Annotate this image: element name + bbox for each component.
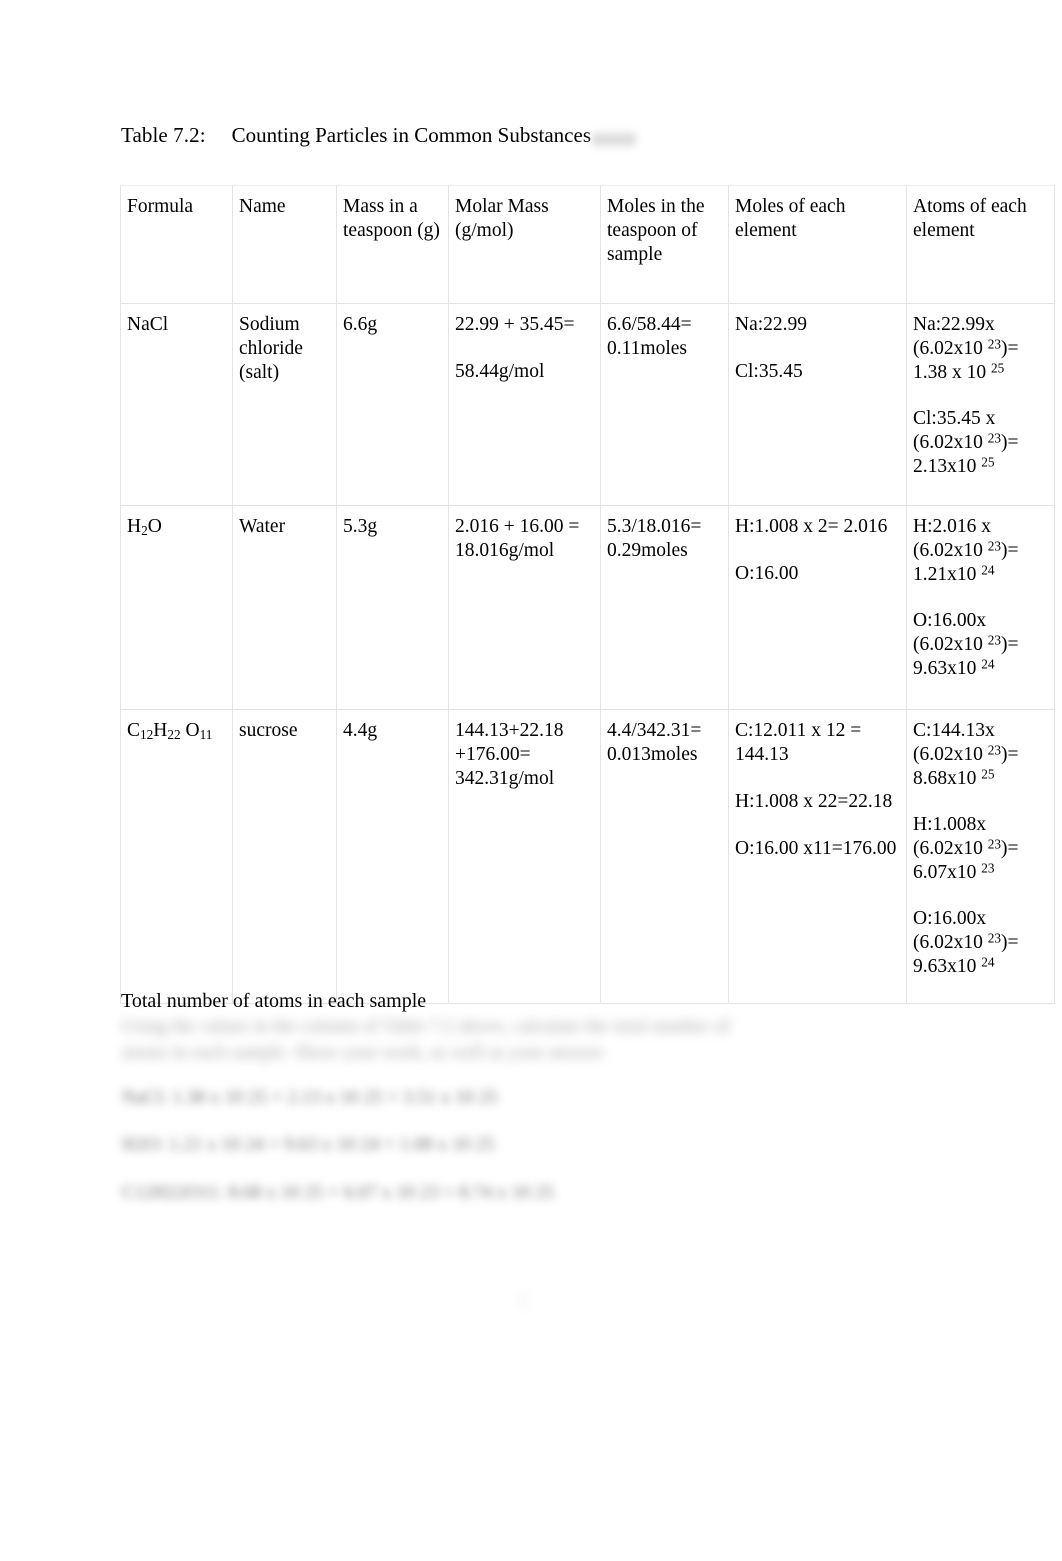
- table-row: NaCl Sodium chloride (salt) 6.6g 22.99 +…: [120, 303, 1055, 506]
- element-moles-entry: O:16.00: [735, 563, 799, 584]
- atoms-expr-part: C:144.13x (6.02x10: [913, 720, 995, 765]
- cell-mass: 4.4g: [336, 709, 449, 1004]
- atoms-entry: Cl:35.45 x (6.02x10 23)= 2.13x10 25: [913, 407, 1047, 479]
- formula-nacl: NaCl: [127, 314, 169, 335]
- atoms-expr-part: Na:22.99x (6.02x10: [913, 314, 995, 359]
- subscript: 22: [167, 726, 181, 742]
- counting-particles-table: Formula Name Mass in a teaspoon (g) Mola…: [120, 185, 1055, 1004]
- molar-mass-result: 18.016g/mol: [455, 540, 555, 561]
- caption-smudge-artifact: [592, 133, 636, 146]
- header-mass-teaspoon: Mass in a teaspoon (g): [336, 185, 449, 304]
- blurred-answer-line: NaCl: 1.38 x 10 25 + 2.13 x 10 25 = 3.51…: [122, 1087, 498, 1108]
- element-moles-entry: Na:22.99: [735, 314, 808, 335]
- table-header-row: Formula Name Mass in a teaspoon (g) Mola…: [120, 185, 1055, 304]
- exponent: 23: [987, 538, 1001, 554]
- exponent: 23: [987, 930, 1001, 946]
- table-caption-text: Counting Particles in Common Substances: [231, 123, 591, 147]
- header-atoms-each-element: Atoms of each element: [906, 185, 1055, 304]
- atoms-expr-part: H:1.008x (6.02x10: [913, 814, 987, 859]
- header-moles-each-element: Moles of each element: [728, 185, 907, 304]
- cell-name: Water: [232, 505, 337, 710]
- cell-moles: 6.6/58.44= 0.11moles: [600, 303, 729, 506]
- cell-moles: 4.4/342.31= 0.013moles: [600, 709, 729, 1004]
- cell-mass: 5.3g: [336, 505, 449, 710]
- exponent: 23: [987, 742, 1001, 758]
- element-moles-entry: O:16.00 x11=176.00: [735, 838, 897, 859]
- exponent: 23: [987, 836, 1001, 852]
- atoms-entry: O:16.00x (6.02x10 23)= 9.63x10 24: [913, 609, 1047, 681]
- exponent: 23: [981, 860, 995, 876]
- subscript: 2: [141, 522, 148, 538]
- cell-formula: C12H22 O11: [120, 709, 233, 1004]
- element-moles-entry: H:1.008 x 22=22.18: [735, 791, 893, 812]
- cell-moles: 5.3/18.016= 0.29moles: [600, 505, 729, 710]
- molar-mass-sum: 22.99 + 35.45=: [455, 314, 575, 335]
- exponent: 25: [981, 766, 995, 782]
- atoms-expr-part: O:16.00x (6.02x10: [913, 610, 987, 655]
- formula-sucrose: C12H22 O11: [127, 720, 213, 742]
- subscript: 12: [140, 726, 154, 742]
- atoms-expr-part: Cl:35.45 x (6.02x10: [913, 408, 996, 453]
- blurred-answer-line: C12H22O11: 8.68 x 10 25 + 6.07 x 10 23 =…: [122, 1182, 554, 1203]
- total-atoms-heading: Total number of atoms in each sample: [121, 990, 427, 1012]
- cell-molar-mass: 2.016 + 16.00 = 18.016g/mol: [448, 505, 601, 710]
- document-page: Table 7.2: Counting Particles in Common S…: [0, 0, 1062, 1561]
- table-row: H2O Water 5.3g 2.016 + 16.00 = 18.016g/m…: [120, 505, 1055, 710]
- blurred-instruction-line: Using the values in the column of Table …: [122, 1016, 731, 1037]
- cell-name: Sodium chloride (salt): [232, 303, 337, 506]
- cell-atoms: C:144.13x (6.02x10 23)= 8.68x10 25 H:1.0…: [906, 709, 1055, 1004]
- element-moles-entry: H:1.008 x 2= 2.016: [735, 516, 888, 537]
- header-molar-mass: Molar Mass (g/mol): [448, 185, 601, 304]
- cell-formula: NaCl: [120, 303, 233, 506]
- exponent: 25: [991, 360, 1005, 376]
- element-moles-entry: Cl:35.45: [735, 361, 803, 382]
- atoms-entry: Na:22.99x (6.02x10 23)= 1.38 x 10 25: [913, 313, 1047, 385]
- atoms-expr-part: O:16.00x (6.02x10: [913, 908, 987, 953]
- blurred-answer-line: H2O: 1.21 x 10 24 + 9.63 x 10 24 = 1.08 …: [122, 1134, 495, 1155]
- cell-mass: 6.6g: [336, 303, 449, 506]
- formula-water: H2O: [127, 516, 162, 538]
- exponent: 23: [987, 430, 1001, 446]
- atoms-entry: H:1.008x (6.02x10 23)= 6.07x10 23: [913, 813, 1047, 885]
- exponent: 25: [981, 454, 995, 470]
- exponent: 23: [987, 336, 1001, 352]
- table-caption-label: Table 7.2:: [121, 123, 206, 147]
- cell-molar-mass: 144.13+22.18 +176.00= 342.31g/mol: [448, 709, 601, 1004]
- header-moles-teaspoon: Moles in the teaspoon of sample: [600, 185, 729, 304]
- cell-element-moles: Na:22.99 Cl:35.45: [728, 303, 907, 506]
- blurred-instruction-line: atoms in each sample. Show your work, as…: [122, 1042, 607, 1063]
- molar-mass-sum: 2.016 + 16.00 =: [455, 516, 580, 537]
- exponent: 24: [981, 656, 995, 672]
- cell-molar-mass: 22.99 + 35.45= 58.44g/mol: [448, 303, 601, 506]
- exponent: 24: [981, 562, 995, 578]
- molar-mass-sum: 144.13+22.18 +176.00=: [455, 720, 564, 765]
- header-formula: Formula: [120, 185, 233, 304]
- cell-atoms: H:2.016 x (6.02x10 23)= 1.21x10 24 O:16.…: [906, 505, 1055, 710]
- cell-element-moles: H:1.008 x 2= 2.016 O:16.00: [728, 505, 907, 710]
- table-row: C12H22 O11 sucrose 4.4g 144.13+22.18 +17…: [120, 709, 1055, 1004]
- cell-atoms: Na:22.99x (6.02x10 23)= 1.38 x 10 25 Cl:…: [906, 303, 1055, 506]
- subscript: 11: [199, 726, 213, 742]
- molar-mass-result: 342.31g/mol: [455, 768, 555, 789]
- atoms-expr-part: H:2.016 x (6.02x10: [913, 516, 991, 561]
- header-name: Name: [232, 185, 337, 304]
- cell-element-moles: C:12.011 x 12 = 144.13 H:1.008 x 22=22.1…: [728, 709, 907, 1004]
- table-caption: Table 7.2: Counting Particles in Common S…: [121, 121, 591, 149]
- atoms-entry: H:2.016 x (6.02x10 23)= 1.21x10 24: [913, 515, 1047, 587]
- atoms-entry: C:144.13x (6.02x10 23)= 8.68x10 25: [913, 719, 1047, 791]
- page-number: 2: [518, 1290, 527, 1310]
- atoms-entry: O:16.00x (6.02x10 23)= 9.63x10 24: [913, 907, 1047, 979]
- exponent: 24: [981, 954, 995, 970]
- cell-formula: H2O: [120, 505, 233, 710]
- exponent: 23: [987, 632, 1001, 648]
- molar-mass-result: 58.44g/mol: [455, 361, 545, 382]
- element-moles-entry: C:12.011 x 12 = 144.13: [735, 720, 862, 765]
- cell-name: sucrose: [232, 709, 337, 1004]
